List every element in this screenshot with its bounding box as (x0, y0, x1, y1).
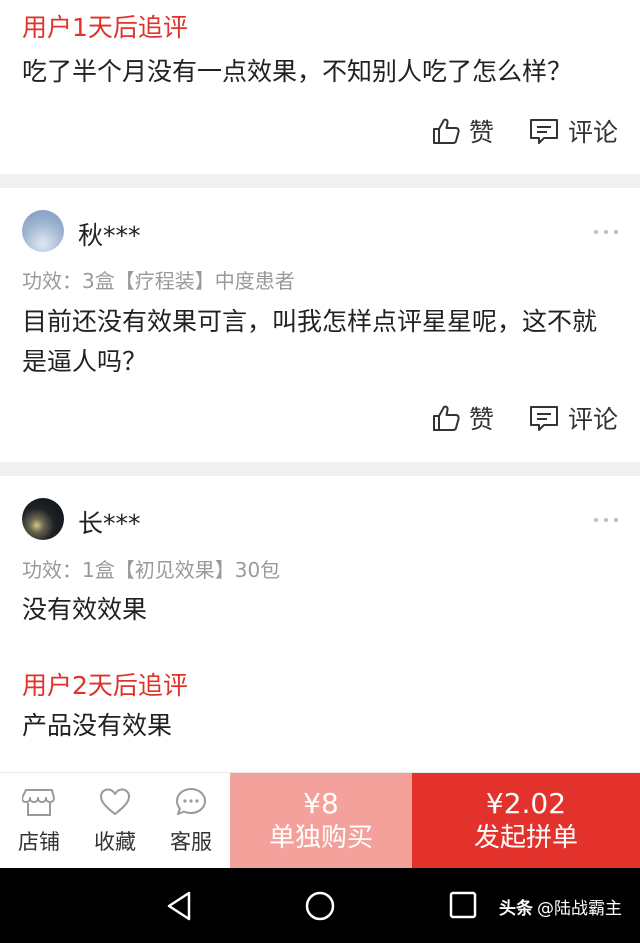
home-icon[interactable] (304, 890, 336, 922)
group-buy-button[interactable]: ¥2.02 发起拼单 (412, 773, 640, 869)
section-divider (0, 462, 640, 476)
more-icon[interactable] (594, 517, 618, 523)
like-label: 赞 (468, 118, 494, 147)
store-icon (22, 789, 55, 816)
solo-price: ¥8 (303, 787, 339, 820)
like-button[interactable]: 赞 (431, 400, 494, 436)
store-tab[interactable]: 店铺 (0, 773, 78, 869)
avatar[interactable] (22, 210, 64, 252)
chat-icon (176, 788, 206, 815)
group-label: 发起拼单 (473, 823, 578, 853)
thumbs-up-icon (432, 405, 460, 431)
favorite-tab[interactable]: 收藏 (76, 773, 154, 869)
followup-text: 吃了半个月没有一点效果，不知别人吃了怎么样？ (22, 57, 573, 86)
followup-label: 用户1天后追评 (22, 13, 188, 42)
followup-label: 用户2天后追评 (22, 671, 188, 700)
review-meta: 功效：3盒【疗程装】中度患者 (22, 269, 295, 293)
username: 长*** (78, 509, 141, 538)
solo-label: 单独购买 (268, 823, 373, 853)
review-card-3: 长*** 功效：1盒【初见效果】30包 没有效效果 用户2天后追评 产品没有效果 (0, 476, 640, 772)
system-nav-bar: 头条 @陆战霸主 (0, 868, 640, 943)
watermark-handle: @陆战霸主 (537, 899, 622, 919)
comment-icon (529, 119, 558, 144)
watermark-brand: 头条 (499, 899, 533, 919)
comment-label: 评论 (567, 118, 618, 147)
store-label: 店铺 (18, 830, 60, 854)
comment-button[interactable]: 评论 (528, 113, 618, 149)
recents-icon[interactable] (448, 890, 478, 920)
service-tab[interactable]: 客服 (152, 773, 230, 869)
followup-text: 产品没有效果 (22, 711, 173, 740)
back-icon[interactable] (164, 890, 194, 922)
comment-label: 评论 (567, 405, 618, 434)
avatar[interactable] (22, 498, 64, 540)
thumbs-up-icon (432, 118, 460, 144)
group-price: ¥2.02 (485, 787, 567, 820)
review-card-2: 秋*** 功效：3盒【疗程装】中度患者 目前还没有效果可言，叫我怎样点评星星呢，… (0, 188, 640, 462)
bottom-action-bar: 店铺 收藏 客服 ¥8 单独购买 ¥2.02 发起拼单 (0, 772, 640, 869)
favorite-label: 收藏 (94, 830, 136, 854)
username: 秋*** (78, 221, 141, 250)
more-icon[interactable] (594, 229, 618, 235)
review-actions: 赞 评论 (397, 114, 618, 148)
review-card-1: 用户1天后追评 吃了半个月没有一点效果，不知别人吃了怎么样？ 赞 评论 (0, 0, 640, 174)
like-button[interactable]: 赞 (431, 113, 494, 149)
service-label: 客服 (170, 830, 212, 854)
heart-icon (100, 788, 130, 815)
review-text: 没有效效果 (22, 595, 148, 624)
like-label: 赞 (468, 405, 494, 434)
review-meta: 功效：1盒【初见效果】30包 (22, 558, 281, 582)
buy-solo-button[interactable]: ¥8 单独购买 (230, 773, 412, 869)
watermark: 头条 @陆战霸主 (499, 894, 622, 919)
review-text: 目前还没有效果可言，叫我怎样点评星星呢，这不就是逼人吗？ (22, 307, 598, 376)
section-divider (0, 174, 640, 188)
review-actions: 赞 评论 (397, 401, 618, 435)
comment-button[interactable]: 评论 (528, 400, 618, 436)
comment-icon (529, 406, 558, 431)
